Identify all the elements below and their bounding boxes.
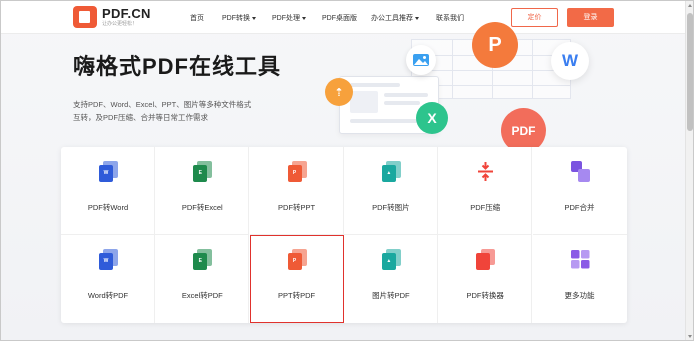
tool-label: PDF转Excel [181,203,223,212]
tool-tile[interactable]: W PDF转Word [61,147,155,235]
compress-icon [476,161,495,182]
hero-description: 支持PDF、Word、Excel、PPT、图片等多种文件格式 互转，及PDF压缩… [73,100,252,122]
logo-icon [73,6,97,28]
tool-label: 更多功能 [564,291,595,300]
image-bubble-icon [406,45,436,75]
tool-tile[interactable]: ▲ 图片转PDF [344,235,438,323]
nav-home[interactable]: 首页 [190,13,204,23]
tool-tile[interactable]: PDF转换器 [438,235,533,323]
more-grid-icon [570,249,590,270]
tool-tile[interactable]: PDF压缩 [438,147,533,235]
scrollbar-thumb[interactable] [687,13,693,131]
tool-label: PPT转PDF [278,291,316,300]
tool-label: PDF转PPT [278,203,316,212]
tool-tile[interactable]: ▲ PDF转图片 [343,147,438,235]
browser-viewport: PDF.CN 让办公更轻松！ 首页 PDF转换 PDF处理 PDF桌面版 办公工… [0,0,694,341]
ppt-doc-icon: P [287,249,307,270]
tool-label: PDF转换器 [466,291,504,300]
site-header: PDF.CN 让办公更轻松！ 首页 PDF转换 PDF处理 PDF桌面版 办公工… [1,1,685,34]
logo-name: PDF.CN [102,5,151,21]
tool-tile[interactable]: PDF合并 [532,147,627,235]
tools-panel: W PDF转Word E PDF转Excel P PDF转PPT ▲ PDF转图片 PDF压缩 P… [61,147,627,323]
nav-pdf-desktop[interactable]: PDF桌面版 [322,13,357,23]
tool-label: PDF合并 [564,203,595,212]
tool-label: PDF转Word [87,203,129,212]
tool-tile[interactable]: W Word转PDF [61,235,155,323]
nav-office-tools[interactable]: 办公工具推荐 [371,13,419,23]
chevron-down-icon [302,16,306,20]
pricing-button[interactable]: 定价 [511,8,558,27]
tool-tile[interactable]: 更多功能 [533,235,627,323]
word-bubble-icon: W [551,42,589,80]
site-logo[interactable]: PDF.CN 让办公更轻松！ [73,6,151,28]
excel-bubble-icon: X [416,102,448,134]
nav-contact[interactable]: 联系我们 [436,13,464,23]
logo-slogan: 让办公更轻松！ [102,20,138,27]
excel-doc-icon: E [193,249,213,270]
merge-icon [570,161,590,182]
image-doc-icon: ▲ [381,249,401,270]
word-doc-icon: W [99,249,118,270]
word-doc-icon: W [99,161,118,182]
chevron-down-icon [415,16,419,20]
tool-label: PDF转图片 [372,203,410,212]
tool-label: PDF压缩 [470,203,501,212]
page-scrollbar[interactable] [685,1,693,340]
ppt-bubble-icon: P [472,22,518,68]
image-doc-icon: ▲ [381,161,401,182]
nav-pdf-convert[interactable]: PDF转换 [222,13,256,23]
tool-tile-highlighted[interactable]: P PPT转PDF [249,235,344,323]
tool-label: 图片转PDF [372,291,410,300]
login-button[interactable]: 登录 [567,8,614,27]
tool-tile[interactable]: E PDF转Excel [155,147,250,235]
tool-tile[interactable]: P PDF转PPT [249,147,344,235]
excel-doc-icon: E [193,161,213,182]
upload-icon: ⇡ [325,78,353,106]
tool-tile[interactable]: E Excel转PDF [155,235,250,323]
scroll-up-icon[interactable] [688,4,692,7]
chevron-down-icon [252,16,256,20]
converter-icon [476,249,496,270]
nav-pdf-process[interactable]: PDF处理 [272,13,306,23]
tool-label: Excel转PDF [181,291,223,300]
tool-label: Word转PDF [87,291,129,300]
ppt-doc-icon: P [287,161,307,182]
scroll-down-icon[interactable] [688,335,692,338]
hero-title: 嗨格式PDF在线工具 [73,54,282,79]
hero-illustration: ⇡ P W X PDF [301,22,685,153]
